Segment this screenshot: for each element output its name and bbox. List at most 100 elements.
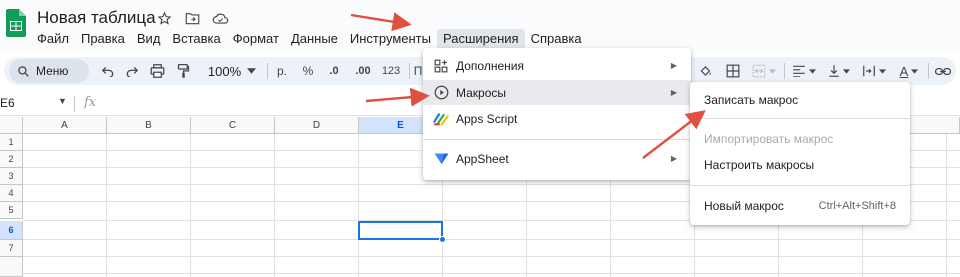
menu-separator [690, 118, 910, 119]
row-header-4[interactable]: 4 [0, 185, 23, 202]
menu-item-macros[interactable]: Макросы ▶ [423, 80, 691, 105]
menu-item-apps-script[interactable]: Apps Script [423, 106, 691, 131]
row-header-3[interactable]: 3 [0, 168, 23, 185]
horizontal-align-icon[interactable] [789, 60, 819, 82]
menu-item-record-macro[interactable]: Записать макрос [690, 87, 910, 112]
text-rotation-icon[interactable]: A [894, 60, 924, 82]
font-select-label: П [413, 64, 423, 78]
currency-format-button[interactable]: р. [272, 60, 292, 82]
menu-edit[interactable]: Правка [75, 29, 131, 49]
menu-item-label: Новый макрос [704, 198, 784, 213]
menu-item-import-macro: Импортировать макрос [690, 126, 910, 151]
row-header-5[interactable]: 5 [0, 202, 23, 219]
menu-view[interactable]: Вид [131, 29, 167, 49]
menu-item-label: Записать макрос [704, 92, 799, 107]
menu-extensions[interactable]: Расширения [436, 29, 525, 49]
active-cell-e6[interactable] [358, 221, 443, 240]
column-header-b[interactable]: B [107, 117, 191, 134]
menu-item-label: Макросы [456, 85, 507, 100]
undo-icon[interactable] [97, 60, 119, 82]
apps-script-icon [433, 111, 449, 127]
document-title[interactable]: Новая таблица [37, 8, 156, 28]
gridline [23, 273, 960, 274]
row-header-8[interactable] [0, 257, 23, 277]
paint-format-icon[interactable] [172, 60, 194, 82]
play-circle-icon [433, 85, 449, 101]
print-icon[interactable] [146, 60, 168, 82]
name-box[interactable]: E6 [0, 96, 15, 110]
keyboard-shortcut: Ctrl+Alt+Shift+8 [818, 199, 896, 212]
zoom-select[interactable]: 100% [201, 60, 263, 82]
menu-data[interactable]: Данные [285, 29, 344, 49]
number-format-button[interactable]: 123 [378, 60, 404, 82]
borders-icon[interactable] [722, 60, 744, 82]
formula-divider [74, 96, 75, 112]
menu-help[interactable]: Справка [525, 29, 588, 49]
redo-icon[interactable] [121, 60, 143, 82]
macros-submenu: Записать макрос Импортировать макрос Нас… [690, 82, 910, 225]
fill-color-icon[interactable] [696, 60, 716, 82]
fx-icon: fx [84, 95, 97, 110]
fill-handle[interactable] [439, 236, 446, 243]
star-icon[interactable] [155, 9, 173, 27]
menu-separator [690, 185, 910, 186]
toolbar-divider [784, 63, 785, 79]
menu-item-label: Настроить макросы [704, 157, 815, 172]
cloud-saved-icon[interactable] [211, 9, 229, 27]
percent-label: % [302, 64, 314, 78]
extensions-menu: Дополнения ▶ Макросы ▶ Apps Script AppSh… [423, 48, 691, 180]
menu-item-appsheet[interactable]: AppSheet ▶ [423, 146, 691, 171]
row-header-6[interactable]: 6 [0, 221, 23, 240]
zoom-value: 100% [207, 63, 242, 79]
menu-item-label: Импортировать макрос [704, 131, 834, 146]
menu-item-label: Дополнения [456, 58, 524, 73]
column-header-d[interactable]: D [275, 117, 359, 134]
gridline [190, 134, 191, 277]
sheets-logo-icon[interactable] [6, 9, 26, 39]
percent-format-button[interactable]: % [298, 60, 318, 82]
increase-decimals-label: .00 [355, 65, 371, 77]
search-menus-button[interactable]: Меню [9, 59, 89, 83]
currency-label: р. [276, 64, 287, 78]
row-header-2[interactable]: 2 [0, 151, 23, 168]
menu-format[interactable]: Формат [227, 29, 285, 49]
toolbar-divider [928, 63, 929, 79]
merge-cells-icon[interactable] [749, 60, 779, 82]
gridline [358, 134, 359, 277]
submenu-arrow-icon: ▶ [670, 61, 677, 70]
menu-insert[interactable]: Вставка [166, 29, 226, 49]
toolbar-divider [267, 63, 268, 79]
text-color-letter: A [899, 63, 909, 79]
row-header-7[interactable]: 7 [0, 240, 23, 257]
chevron-down-icon[interactable]: ▼ [58, 96, 67, 106]
decrease-decimals-label: .0 [329, 65, 339, 77]
gridline [946, 134, 947, 277]
addons-icon [433, 58, 449, 74]
move-to-folder-icon[interactable] [183, 9, 201, 27]
menu-item-manage-macros[interactable]: Настроить макросы [690, 152, 910, 177]
select-all-corner[interactable] [0, 117, 23, 134]
gridline [23, 239, 960, 240]
menu-tools[interactable]: Инструменты [344, 29, 437, 49]
menu-separator [423, 139, 691, 140]
text-wrapping-icon[interactable] [859, 60, 889, 82]
increase-decimals-button[interactable]: .00 [350, 60, 376, 82]
decrease-decimals-button[interactable]: .0 [322, 60, 346, 82]
gridline [274, 134, 275, 277]
menu-bar: Файл Правка Вид Вставка Формат Данные Ин… [31, 29, 588, 49]
menu-item-new-macro[interactable]: Новый макрос Ctrl+Alt+Shift+8 [690, 193, 910, 218]
title-bar: Новая таблица Файл Правка Вид Вставка Фо… [0, 0, 960, 52]
submenu-arrow-icon: ▶ [670, 88, 677, 97]
insert-link-icon[interactable] [932, 60, 954, 82]
search-menus-label: Меню [36, 64, 69, 78]
column-header-a[interactable]: A [23, 117, 107, 134]
vertical-align-icon[interactable] [824, 60, 854, 82]
gridline [106, 134, 107, 277]
menu-file[interactable]: Файл [31, 29, 75, 49]
appsheet-icon [433, 151, 449, 167]
row-header-1[interactable]: 1 [0, 134, 23, 151]
submenu-arrow-icon: ▶ [670, 154, 677, 163]
menu-item-addons[interactable]: Дополнения ▶ [423, 53, 691, 78]
menu-item-label: AppSheet [456, 151, 509, 166]
column-header-c[interactable]: C [191, 117, 275, 134]
